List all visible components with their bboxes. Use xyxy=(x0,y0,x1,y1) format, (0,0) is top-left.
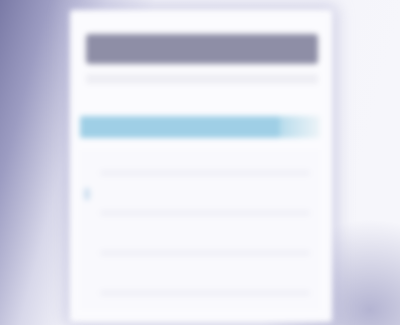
list-item[interactable] xyxy=(100,170,310,176)
app-window xyxy=(70,10,332,322)
section-header-label xyxy=(80,116,326,138)
list-item[interactable] xyxy=(100,290,310,296)
list-item[interactable] xyxy=(100,250,310,256)
selection-marker xyxy=(84,188,90,200)
list-item[interactable] xyxy=(100,210,310,216)
toolbar-row xyxy=(86,74,318,84)
window-title xyxy=(86,34,318,64)
